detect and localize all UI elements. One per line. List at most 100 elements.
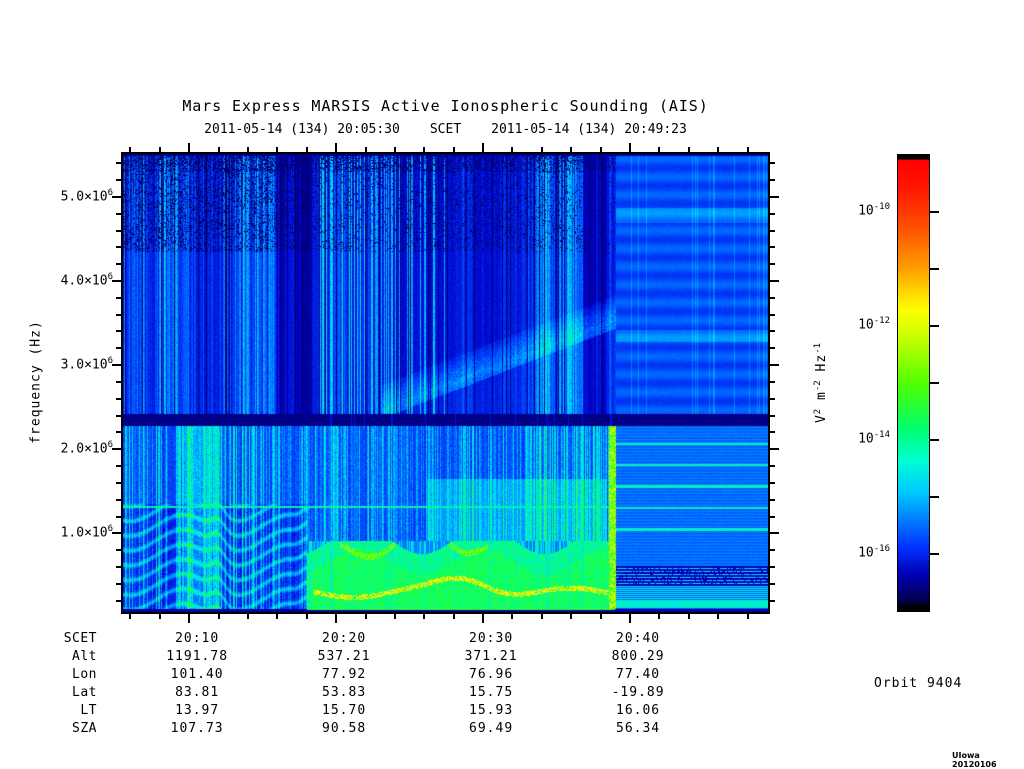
y-axis-minor-tick	[116, 380, 121, 383]
colorbar-tick-label: 10-16	[858, 544, 890, 561]
y-axis-major-tick	[112, 364, 121, 367]
y-axis-major-tick	[770, 448, 779, 451]
x-axis-minor-tick	[129, 147, 132, 152]
chart-subtitle: 2011-05-14 (134) 20:05:30 SCET 2011-05-1…	[121, 122, 770, 137]
y-tick-label: 5.0×106	[60, 187, 113, 205]
y-axis-minor-tick	[770, 599, 775, 602]
y-axis-major-tick	[112, 195, 121, 198]
x-axis-minor-tick	[511, 147, 514, 152]
x-axis-minor-tick	[246, 147, 249, 152]
y-axis-major-tick	[770, 364, 779, 367]
x-axis-major-tick	[335, 614, 338, 623]
y-axis-minor-tick	[770, 414, 775, 417]
x-axis-major-tick	[629, 143, 632, 152]
x-axis-major-tick	[335, 143, 338, 152]
y-tick-label: 4.0×106	[60, 272, 113, 289]
x-axis-minor-tick	[599, 147, 602, 152]
x-axis-minor-tick	[570, 147, 573, 152]
x-axis-major-tick	[482, 143, 485, 152]
y-axis-minor-tick	[116, 431, 121, 434]
y-axis-major-tick	[770, 280, 779, 282]
colorbar-tick	[930, 439, 939, 441]
x-axis-major-tick	[482, 614, 485, 623]
x-axis-minor-tick	[570, 614, 573, 619]
colorbar-tick	[930, 553, 939, 555]
y-axis-minor-tick	[770, 582, 775, 585]
x-axis-minor-tick	[276, 147, 279, 152]
ephemeris-value: 20:20	[322, 631, 367, 646]
colorbar-unit-label: V2 m-2 Hz-1	[812, 342, 830, 424]
ephemeris-value: -19.89	[611, 685, 665, 700]
ephemeris-value: 1191.78	[166, 649, 229, 664]
ephemeris-value: 69.49	[469, 721, 514, 736]
y-axis-minor-tick	[116, 313, 121, 316]
subtitle-scet-label: SCET	[429, 122, 462, 137]
colorbar-tick	[930, 496, 939, 498]
y-axis-minor-tick	[770, 246, 775, 249]
ephemeris-value: 20:40	[616, 631, 661, 646]
x-axis-minor-tick	[599, 614, 602, 619]
x-axis-minor-tick	[687, 614, 690, 619]
colorbar-tick	[930, 268, 939, 270]
y-axis-minor-tick	[116, 498, 121, 501]
ephemeris-row-label: Alt	[72, 649, 97, 664]
y-axis-minor-tick	[116, 481, 121, 484]
y-axis-minor-tick	[116, 246, 121, 249]
x-axis-minor-tick	[246, 614, 249, 619]
ephemeris-value: 20:30	[469, 631, 514, 646]
x-axis-minor-tick	[217, 147, 220, 152]
y-axis-major-tick	[770, 532, 779, 535]
y-axis-label: frequency (Hz)	[28, 320, 44, 444]
y-axis-minor-tick	[770, 565, 775, 568]
y-axis-minor-tick	[770, 229, 775, 232]
y-axis-major-tick	[112, 532, 121, 535]
x-axis-minor-tick	[658, 147, 661, 152]
colorbar	[897, 154, 930, 612]
x-axis-minor-tick	[511, 614, 514, 619]
y-axis-minor-tick	[770, 431, 775, 434]
x-axis-minor-tick	[158, 147, 161, 152]
y-axis-minor-tick	[770, 162, 775, 165]
y-axis-minor-tick	[770, 465, 775, 468]
x-axis-minor-tick	[423, 147, 426, 152]
x-axis-minor-tick	[158, 614, 161, 619]
y-axis-minor-tick	[116, 599, 121, 602]
x-axis-minor-tick	[658, 614, 661, 619]
y-axis-minor-tick	[116, 296, 121, 299]
ephemeris-row-label: Lat	[72, 685, 97, 700]
y-axis-minor-tick	[770, 330, 775, 333]
ais-spectrogram-page: { "title": "Mars Express MARSIS Active I…	[0, 0, 1024, 769]
ephemeris-value: 15.93	[469, 703, 514, 718]
orbit-label: Orbit 9404	[874, 676, 963, 691]
y-axis-minor-tick	[770, 380, 775, 383]
y-axis-minor-tick	[770, 498, 775, 501]
ephemeris-value: 16.06	[616, 703, 661, 718]
y-axis-minor-tick	[116, 330, 121, 333]
ephemeris-row-label: Lon	[72, 667, 97, 682]
y-axis-minor-tick	[116, 565, 121, 568]
y-axis-minor-tick	[770, 263, 775, 266]
y-axis-minor-tick	[116, 179, 121, 182]
ephemeris-value: 15.70	[322, 703, 367, 718]
x-axis-minor-tick	[364, 614, 367, 619]
x-axis-minor-tick	[540, 614, 543, 619]
colorbar-tick	[930, 211, 939, 213]
y-axis-minor-tick	[770, 549, 775, 552]
y-axis-minor-tick	[116, 414, 121, 417]
y-axis-minor-tick	[770, 481, 775, 484]
colorbar-tick-label: 10-12	[858, 316, 890, 333]
x-axis-minor-tick	[129, 614, 132, 619]
y-axis-minor-tick	[770, 515, 775, 518]
ephemeris-value: 371.21	[464, 649, 518, 664]
x-axis-minor-tick	[393, 614, 396, 619]
x-axis-minor-tick	[305, 614, 308, 619]
ephemeris-value: 537.21	[317, 649, 371, 664]
y-axis-major-tick	[770, 195, 779, 198]
y-axis-minor-tick	[770, 296, 775, 299]
y-axis-major-tick	[112, 448, 121, 451]
x-axis-minor-tick	[540, 147, 543, 152]
x-axis-major-tick	[629, 614, 632, 623]
ephemeris-value: 53.83	[322, 685, 367, 700]
y-axis-minor-tick	[116, 162, 121, 165]
ephemeris-value: 83.81	[175, 685, 220, 700]
